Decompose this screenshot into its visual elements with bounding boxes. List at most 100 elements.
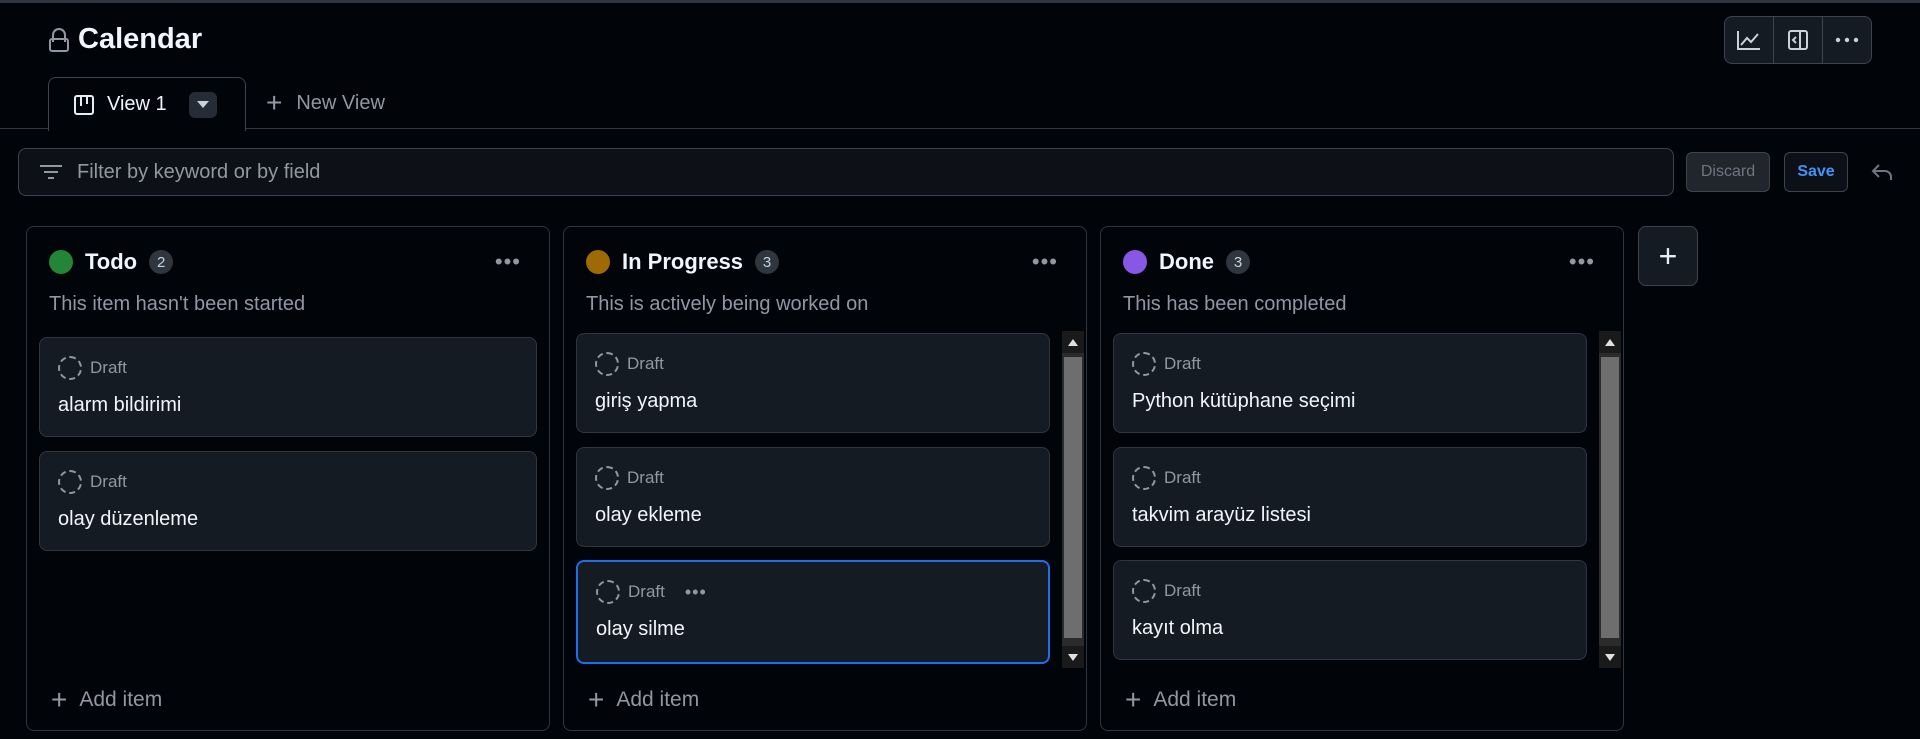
- card[interactable]: Draft Python kütüphane seçimi: [1113, 333, 1587, 433]
- scroll-down-arrow[interactable]: [1062, 646, 1084, 668]
- card-meta: Draft •••: [596, 580, 707, 604]
- column-description: This has been completed: [1123, 293, 1347, 315]
- kebab-horizontal-icon: [1835, 37, 1859, 43]
- card-title[interactable]: olay silme: [596, 618, 685, 641]
- draft-label: Draft: [90, 358, 127, 377]
- column-title: Todo: [85, 249, 138, 274]
- scrollbar-thumb[interactable]: [1064, 357, 1082, 638]
- draft-label: Draft: [1164, 581, 1201, 600]
- draft-issue-icon: [1132, 466, 1156, 490]
- column-header: In Progress 3: [586, 249, 780, 275]
- card-selected[interactable]: Draft ••• olay silme: [576, 560, 1050, 664]
- add-item-button[interactable]: + Add item: [588, 686, 699, 714]
- add-column-button[interactable]: +: [1638, 226, 1698, 286]
- column-menu-button[interactable]: •••: [1032, 249, 1058, 275]
- card-meta: Draft: [58, 470, 127, 494]
- card-meta: Draft: [1132, 579, 1201, 603]
- card-title[interactable]: olay düzenleme: [58, 508, 198, 531]
- card-title[interactable]: olay ekleme: [595, 504, 702, 527]
- toggle-side-panel-button[interactable]: [1774, 17, 1823, 63]
- draft-issue-icon: [58, 470, 82, 494]
- draft-label: Draft: [90, 472, 127, 491]
- tab-label: View 1: [107, 93, 167, 115]
- draft-label: Draft: [1164, 468, 1201, 487]
- status-dot: [49, 250, 73, 274]
- project-header: Calendar View 1 + New View: [0, 3, 1920, 131]
- project-title: Calendar: [78, 23, 203, 55]
- column-count-badge: 3: [1226, 250, 1250, 274]
- card-meta: Draft: [1132, 466, 1201, 490]
- add-item-label: Add item: [79, 688, 163, 711]
- filter-icon: [40, 165, 62, 179]
- column-done: Done 3 ••• This has been completed Draft…: [1100, 226, 1624, 731]
- tab-view-1[interactable]: View 1: [48, 77, 246, 131]
- column-title: In Progress: [622, 249, 744, 274]
- card-title[interactable]: alarm bildirimi: [58, 394, 181, 417]
- insights-button[interactable]: [1725, 17, 1774, 63]
- card[interactable]: Draft giriş yapma: [576, 333, 1050, 433]
- view-tabs: View 1 + New View: [48, 76, 385, 131]
- graph-icon: [1737, 31, 1760, 50]
- plus-icon: +: [1125, 684, 1142, 715]
- undo-button[interactable]: [1866, 156, 1898, 188]
- status-dot: [586, 250, 610, 274]
- draft-label: Draft: [627, 468, 664, 487]
- column-description: This is actively being worked on: [586, 293, 869, 315]
- draft-issue-icon: [595, 352, 619, 376]
- header-toolbar: [1724, 16, 1872, 64]
- new-view-button[interactable]: + New View: [266, 76, 385, 130]
- column-count-badge: 3: [755, 250, 780, 274]
- draft-label: Draft: [628, 582, 665, 601]
- card-meta: Draft: [58, 356, 127, 380]
- view-options-dropdown[interactable]: [188, 91, 217, 118]
- column-header: Done 3: [1123, 249, 1250, 275]
- more-options-button[interactable]: [1823, 17, 1871, 63]
- filter-placeholder: Filter by keyword or by field: [77, 160, 321, 183]
- filter-input[interactable]: Filter by keyword or by field: [18, 148, 1674, 196]
- add-item-button[interactable]: + Add item: [51, 686, 162, 714]
- draft-issue-icon: [595, 466, 619, 490]
- column-scrollbar[interactable]: [1062, 331, 1084, 668]
- column-header: Todo 2: [49, 249, 174, 275]
- draft-issue-icon: [1132, 579, 1156, 603]
- card-title[interactable]: takvim arayüz listesi: [1132, 504, 1311, 527]
- draft-issue-icon: [1132, 352, 1156, 376]
- card-meta: Draft: [595, 466, 664, 490]
- card-meta: Draft: [595, 352, 664, 376]
- column-count-badge: 2: [149, 250, 174, 274]
- card-menu-button[interactable]: •••: [685, 582, 707, 603]
- card[interactable]: Draft kayıt olma: [1113, 560, 1587, 660]
- column-in-progress: In Progress 3 ••• This is actively being…: [563, 226, 1087, 731]
- scroll-down-arrow[interactable]: [1599, 646, 1621, 668]
- card-title[interactable]: kayıt olma: [1132, 617, 1223, 640]
- plus-icon: +: [588, 684, 605, 715]
- column-menu-button[interactable]: •••: [495, 249, 521, 275]
- board-icon: [74, 94, 94, 115]
- card-meta: Draft: [1132, 352, 1201, 376]
- column-menu-button[interactable]: •••: [1569, 249, 1595, 275]
- column-scrollbar[interactable]: [1599, 331, 1621, 668]
- lock-icon: [48, 26, 70, 54]
- add-item-button[interactable]: + Add item: [1125, 686, 1236, 714]
- draft-issue-icon: [596, 580, 620, 604]
- plus-icon: +: [51, 684, 68, 715]
- scroll-up-arrow[interactable]: [1599, 331, 1621, 353]
- draft-label: Draft: [1164, 354, 1201, 373]
- card[interactable]: Draft takvim arayüz listesi: [1113, 447, 1587, 547]
- draft-label: Draft: [627, 354, 664, 373]
- card-title[interactable]: Python kütüphane seçimi: [1132, 390, 1355, 413]
- draft-issue-icon: [58, 356, 82, 380]
- new-view-label: New View: [296, 91, 385, 114]
- scrollbar-thumb[interactable]: [1601, 357, 1619, 638]
- column-title: Done: [1159, 249, 1214, 274]
- card-title[interactable]: giriş yapma: [595, 390, 697, 413]
- save-button[interactable]: Save: [1784, 152, 1848, 192]
- discard-button[interactable]: Discard: [1686, 152, 1770, 192]
- column-description: This item hasn't been started: [49, 293, 306, 315]
- card[interactable]: Draft olay ekleme: [576, 447, 1050, 547]
- card[interactable]: Draft olay düzenleme: [39, 451, 537, 551]
- plus-icon: +: [266, 87, 283, 118]
- status-dot: [1123, 250, 1147, 274]
- scroll-up-arrow[interactable]: [1062, 331, 1084, 353]
- card[interactable]: Draft alarm bildirimi: [39, 337, 537, 437]
